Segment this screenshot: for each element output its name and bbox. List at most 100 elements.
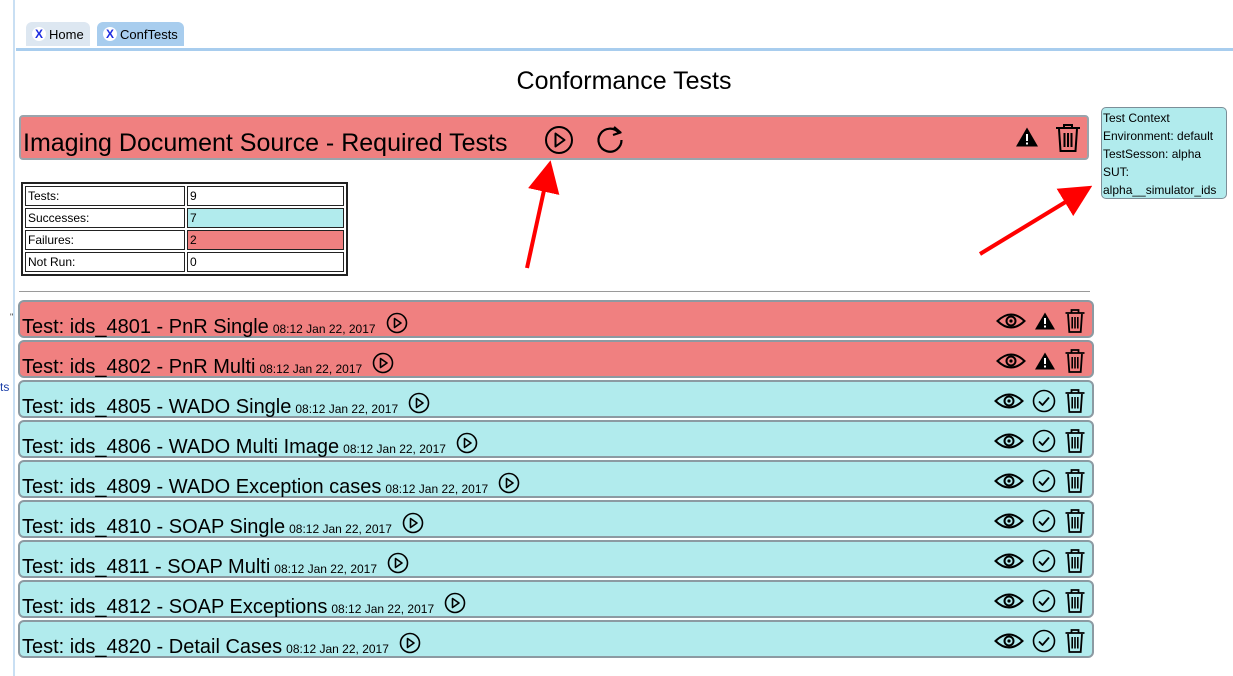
play-icon[interactable] — [444, 592, 466, 620]
close-tab-icon[interactable]: X — [103, 27, 117, 41]
table-row: Tests: 9 — [25, 186, 344, 206]
arrow-to-play-icon — [525, 160, 560, 269]
test-context-panel[interactable]: Test Context Environment: default TestSe… — [1101, 107, 1227, 199]
trash-icon[interactable] — [1064, 348, 1086, 374]
play-icon[interactable] — [386, 312, 408, 340]
row-actions — [994, 548, 1086, 574]
context-title: Test Context — [1103, 111, 1170, 125]
test-title: Test: ids_4810 - SOAP Single 08:12 Jan 22… — [22, 512, 424, 540]
test-name: Test: ids_4805 - WADO Single — [22, 396, 292, 418]
warning-icon — [1015, 126, 1039, 148]
test-timestamp: 08:12 Jan 22, 2017 — [385, 482, 489, 496]
divider — [19, 291, 1090, 292]
stat-value-not-run: 0 — [187, 252, 344, 272]
context-session: TestSesson: alpha — [1103, 147, 1202, 161]
warning-icon — [1034, 351, 1056, 371]
stat-label: Not Run: — [25, 252, 185, 272]
stat-value-failures: 2 — [187, 230, 344, 250]
test-name: Test: ids_4806 - WADO Multi Image — [22, 436, 340, 458]
trash-icon[interactable] — [1064, 628, 1086, 654]
row-actions — [994, 628, 1086, 654]
eye-icon[interactable] — [994, 471, 1024, 491]
row-actions — [994, 468, 1086, 494]
context-environment: Environment: default — [1103, 129, 1214, 143]
test-row[interactable]: Test: ids_4810 - SOAP Single 08:12 Jan 22… — [18, 500, 1094, 538]
trash-icon[interactable] — [1064, 468, 1086, 494]
check-circle-icon — [1032, 389, 1056, 413]
test-timestamp: 08:12 Jan 22, 2017 — [272, 322, 376, 336]
test-title: Test: ids_4820 - Detail Cases 08:12 Jan 2… — [22, 632, 421, 660]
test-name: Test: ids_4802 - PnR Multi — [22, 356, 256, 378]
test-name: Test: ids_4809 - WADO Exception cases — [22, 476, 382, 498]
eye-icon[interactable] — [994, 511, 1024, 531]
stat-label: Successes: — [25, 208, 185, 228]
trash-icon[interactable] — [1064, 388, 1086, 414]
trash-icon[interactable] — [1064, 588, 1086, 614]
play-icon[interactable] — [402, 512, 424, 540]
eye-icon[interactable] — [994, 391, 1024, 411]
play-icon[interactable] — [387, 552, 409, 580]
eye-icon[interactable] — [996, 351, 1026, 371]
tab-label: Home — [49, 26, 84, 42]
check-circle-icon — [1032, 469, 1056, 493]
play-icon[interactable] — [544, 125, 574, 155]
play-icon[interactable] — [399, 632, 421, 660]
play-icon[interactable] — [372, 352, 394, 380]
test-name: Test: ids_4812 - SOAP Exceptions — [22, 596, 328, 618]
tab-bar: X Home X ConfTests — [16, 20, 1233, 51]
eye-icon[interactable] — [994, 431, 1024, 451]
test-name: Test: ids_4820 - Detail Cases — [22, 636, 283, 658]
test-title: Test: ids_4805 - WADO Single 08:12 Jan 22… — [22, 392, 430, 420]
check-circle-icon — [1032, 549, 1056, 573]
eye-icon[interactable] — [996, 311, 1026, 331]
test-row[interactable]: Test: ids_4809 - WADO Exception cases 08:… — [18, 460, 1094, 498]
test-timestamp: 08:12 Jan 22, 2017 — [274, 562, 378, 576]
test-title: Test: ids_4802 - PnR Multi 08:12 Jan 22, … — [22, 352, 394, 380]
test-row[interactable]: Test: ids_4812 - SOAP Exceptions 08:12 Ja… — [18, 580, 1094, 618]
test-timestamp: 08:12 Jan 22, 2017 — [331, 602, 435, 616]
test-timestamp: 08:12 Jan 22, 2017 — [289, 522, 392, 536]
trash-icon[interactable] — [1064, 508, 1086, 534]
row-actions — [994, 428, 1086, 454]
context-sut-label: SUT: — [1103, 165, 1130, 179]
check-circle-icon — [1032, 509, 1056, 533]
trash-icon[interactable] — [1064, 428, 1086, 454]
trash-icon[interactable] — [1064, 548, 1086, 574]
stat-label: Failures: — [25, 230, 185, 250]
test-title: Test: ids_4801 - PnR Single 08:12 Jan 22,… — [22, 312, 408, 340]
test-timestamp: 08:12 Jan 22, 2017 — [286, 642, 389, 656]
test-timestamp: 08:12 Jan 22, 2017 — [295, 402, 399, 416]
test-title: Test: ids_4812 - SOAP Exceptions 08:12 Ja… — [22, 592, 466, 620]
table-row: Not Run: 0 — [25, 252, 344, 272]
page-title: Conformance Tests — [516, 67, 732, 95]
play-icon[interactable] — [498, 472, 520, 500]
test-timestamp: 08:12 Jan 22, 2017 — [343, 442, 446, 456]
test-row[interactable]: Test: ids_4805 - WADO Single 08:12 Jan 22… — [18, 380, 1094, 418]
test-name: Test: ids_4811 - SOAP Multi — [22, 556, 271, 578]
play-icon[interactable] — [456, 432, 478, 460]
refresh-icon[interactable] — [594, 123, 626, 155]
table-row: Successes: 7 — [25, 208, 344, 228]
left-panel-link-fragment[interactable]: ts — [0, 380, 9, 394]
close-tab-icon[interactable]: X — [32, 27, 46, 41]
test-title: Test: ids_4806 - WADO Multi Image 08:12 J… — [22, 432, 478, 460]
test-row[interactable]: Test: ids_4802 - PnR Multi 08:12 Jan 22, … — [18, 340, 1094, 378]
test-row[interactable]: Test: ids_4801 - PnR Single 08:12 Jan 22,… — [18, 300, 1094, 338]
stat-value-successes: 7 — [187, 208, 344, 228]
trash-icon[interactable] — [1054, 122, 1082, 154]
test-title: Test: ids_4811 - SOAP Multi 08:12 Jan 22,… — [22, 552, 409, 580]
test-row[interactable]: Test: ids_4820 - Detail Cases 08:12 Jan 2… — [18, 620, 1094, 658]
play-icon[interactable] — [408, 392, 430, 420]
row-actions — [996, 348, 1086, 374]
arrow-to-context-panel — [978, 185, 1093, 256]
row-actions — [994, 508, 1086, 534]
eye-icon[interactable] — [994, 631, 1024, 651]
trash-icon[interactable] — [1064, 308, 1086, 334]
test-row[interactable]: Test: ids_4806 - WADO Multi Image 08:12 J… — [18, 420, 1094, 458]
eye-icon[interactable] — [994, 591, 1024, 611]
tab-conftests[interactable]: X ConfTests — [97, 22, 184, 46]
tab-label: ConfTests — [120, 26, 178, 42]
tab-home[interactable]: X Home — [26, 22, 90, 46]
test-row[interactable]: Test: ids_4811 - SOAP Multi 08:12 Jan 22,… — [18, 540, 1094, 578]
eye-icon[interactable] — [994, 551, 1024, 571]
